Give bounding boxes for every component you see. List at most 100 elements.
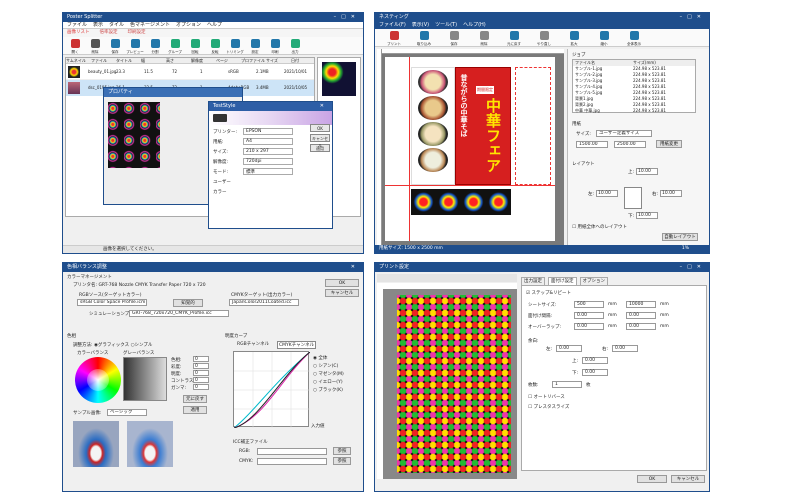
value-input[interactable]: 0.00: [574, 312, 604, 319]
toolbar-button[interactable]: グループ: [165, 37, 185, 55]
menu-item[interactable]: ヘルプ: [207, 22, 222, 28]
tab[interactable]: 印刷設定: [128, 30, 146, 35]
field-value[interactable]: 210 x 297: [243, 148, 293, 155]
margin-input[interactable]: 0.00: [612, 345, 638, 352]
menu-item[interactable]: タイル: [109, 22, 124, 28]
toolbar-button[interactable]: 保存: [105, 37, 125, 55]
toolbar-button[interactable]: 取り込み: [409, 29, 439, 47]
cmyk-file-input[interactable]: [257, 458, 327, 465]
toolbar-button[interactable]: 保存: [439, 29, 469, 47]
color-wheel[interactable]: [75, 357, 121, 403]
menu-item[interactable]: ヘルプ(H): [463, 22, 486, 28]
margin-input[interactable]: 0.00: [582, 369, 608, 376]
value-input[interactable]: 0.00: [626, 312, 656, 319]
full-layout-check[interactable]: ☐ 用紙全体へのレイアウト: [572, 224, 627, 230]
window-controls[interactable]: –□✕: [680, 13, 706, 22]
list-row[interactable]: beauty_01.jpg23.3 11.5 72 1 sRGB 2.1MB 2021/10…: [66, 64, 314, 80]
cancel-button[interactable]: キャンセル: [325, 289, 359, 297]
channel-radio[interactable]: ○ ブラック(K): [313, 387, 343, 393]
intent-select[interactable]: 知覚的: [173, 299, 203, 307]
ok-button[interactable]: OK: [325, 279, 359, 287]
toolbar-button[interactable]: プレビュー: [125, 37, 145, 55]
sample-select[interactable]: ベーシック: [107, 409, 147, 416]
dialog-button[interactable]: キャンセル: [310, 134, 330, 148]
adjust-input[interactable]: 0: [193, 363, 209, 369]
toolbar-button[interactable]: 反転: [205, 37, 225, 55]
tab[interactable]: 画像リスト: [67, 30, 90, 35]
cmyk-target-select[interactable]: JapanColor2011Coated.icc: [229, 299, 299, 306]
rgb-source-select[interactable]: sRGB Color Space Profile.icm: [77, 299, 147, 306]
apply-button[interactable]: 適用: [183, 406, 207, 414]
toolbar-button[interactable]: 削除: [469, 29, 499, 47]
adjust-input[interactable]: 0: [193, 356, 209, 362]
channel-radio[interactable]: ○ マゼンタ(M): [313, 371, 344, 377]
toolbar-button[interactable]: 印刷: [265, 37, 285, 55]
sim-profile-select[interactable]: GRT-768_720x720_CMYK_Profile.icc: [129, 310, 229, 317]
gray-balance-box[interactable]: [123, 357, 167, 401]
ok-button[interactable]: OK: [637, 475, 667, 483]
width-input[interactable]: 1500.00: [576, 141, 608, 148]
toolbar-button[interactable]: プリント: [379, 29, 409, 47]
field-value[interactable]: 720dpi: [243, 158, 293, 165]
menu-item[interactable]: ツール(T): [435, 22, 457, 28]
value-input[interactable]: 500: [574, 301, 604, 308]
adjust-input[interactable]: 0: [193, 377, 209, 383]
browse-cmyk-button[interactable]: 参照: [333, 457, 351, 465]
cancel-button[interactable]: キャンセル: [671, 475, 705, 483]
toolbar-button[interactable]: 回転: [185, 37, 205, 55]
value-input[interactable]: 0.00: [626, 323, 656, 330]
tab-cmyk[interactable]: CMYKチャンネル: [277, 341, 317, 349]
field-value[interactable]: EPSON: [243, 128, 293, 135]
toolbar-button[interactable]: 削除: [85, 37, 105, 55]
adjust-input[interactable]: 0: [193, 384, 209, 390]
toolbar-button[interactable]: 縮小: [589, 29, 619, 47]
rasterize-check[interactable]: ☐ プレスタスライズ: [528, 404, 569, 410]
menu-item[interactable]: 表示: [93, 22, 103, 28]
rgb-file-input[interactable]: [257, 448, 327, 455]
margin-input[interactable]: 10.00: [636, 212, 658, 219]
job-list[interactable]: ファイル名 サイズ(mm) サンプル-1.jpg 224.98 x 523.81 サン…: [572, 59, 696, 113]
mode-graphics[interactable]: グラフィックス: [98, 343, 129, 348]
step-repeat-check[interactable]: ☑ ステップ&リピート: [526, 290, 571, 296]
toolbar-button[interactable]: トリミング: [225, 37, 245, 55]
toolbar-button[interactable]: やり直し: [529, 29, 559, 47]
adjust-input[interactable]: 0: [193, 370, 209, 376]
menu-item[interactable]: 色マネージメント: [130, 22, 170, 28]
margin-input[interactable]: 0.00: [556, 345, 582, 352]
channel-radio[interactable]: ◉ 全体: [313, 355, 327, 361]
window-controls[interactable]: –□✕: [680, 263, 706, 272]
toolbar-button[interactable]: 出力: [285, 37, 305, 55]
menu-item[interactable]: ファイル(F): [379, 22, 406, 28]
auto-reverse-check[interactable]: ☐ オートリバース: [528, 394, 565, 400]
reset-button[interactable]: 元に戻す: [183, 395, 207, 403]
toolbar-button[interactable]: 全体表示: [619, 29, 649, 47]
tab[interactable]: 倍率設定: [100, 30, 118, 35]
browse-rgb-button[interactable]: 参照: [333, 447, 351, 455]
height-input[interactable]: 2500.00: [614, 141, 646, 148]
dialog-button[interactable]: 適用: [310, 144, 330, 152]
channel-radio[interactable]: ○ シアン(C): [313, 363, 338, 369]
change-paper-button[interactable]: 用紙変更: [656, 140, 682, 148]
size-select[interactable]: ユーザー定義サイズ: [596, 130, 652, 137]
tab-rgb[interactable]: RGBチャンネル: [237, 341, 269, 347]
auto-layout-button[interactable]: 自動レイアウト: [662, 233, 698, 241]
tone-curve[interactable]: [233, 351, 311, 429]
menu-item[interactable]: ファイル: [67, 22, 87, 28]
toolbar-button[interactable]: 設定: [245, 37, 265, 55]
mode-simple[interactable]: シンプル: [135, 343, 153, 348]
field-value[interactable]: A4: [243, 138, 293, 145]
margin-input[interactable]: 0.00: [582, 357, 608, 364]
close-icon[interactable]: ✕: [351, 263, 360, 272]
menu-item[interactable]: 表示(V): [412, 22, 429, 28]
menu-item[interactable]: オプション: [176, 22, 201, 28]
toolbar-button[interactable]: 元に戻す: [499, 29, 529, 47]
value-input[interactable]: 0.00: [574, 323, 604, 330]
dialog-button[interactable]: OK: [310, 124, 330, 132]
window-controls[interactable]: –□✕: [334, 13, 360, 22]
toolbar-button[interactable]: 拡大: [559, 29, 589, 47]
margin-input[interactable]: 10.00: [660, 190, 682, 197]
margin-input[interactable]: 10.00: [636, 168, 658, 175]
list-item[interactable]: 中華 中華.jpg 224.98 x 523.81: [573, 108, 695, 114]
copies-input[interactable]: 1: [552, 381, 582, 388]
margin-input[interactable]: 10.00: [596, 190, 618, 197]
